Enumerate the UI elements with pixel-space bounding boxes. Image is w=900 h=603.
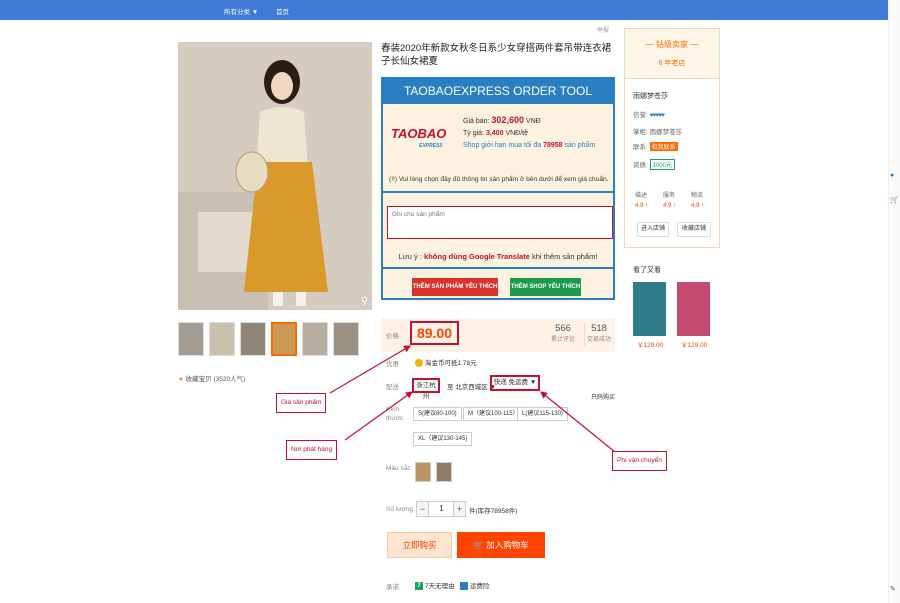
price-label: 价格 xyxy=(386,333,399,340)
home-link[interactable]: 首页 xyxy=(276,6,289,16)
annotation-origin: Nơi phát hàng xyxy=(286,440,338,460)
seller-qualification: 资质: 1000元 xyxy=(633,159,675,170)
thumbnail[interactable] xyxy=(178,322,204,356)
order-tool-header: TAOBAOEXPRESS ORDER TOOL xyxy=(383,79,613,104)
thumbnail[interactable] xyxy=(302,322,328,356)
favorite-product-link[interactable]: ★ 收藏宝贝 (3520人气) xyxy=(178,373,245,383)
size-label: Kích thước xyxy=(386,406,404,422)
color-option[interactable] xyxy=(436,462,452,482)
add-to-cart-button[interactable]: 🛒 加入购物车 xyxy=(457,532,545,558)
size-option[interactable]: XL（建议130-145) xyxy=(413,432,473,446)
report-link[interactable]: 举报 xyxy=(597,25,609,34)
size-option[interactable]: M（建议100-115） xyxy=(463,407,524,421)
right-toolbar xyxy=(888,0,900,603)
product-title: 春装2020年新款女秋冬日系少女穿搭两件套吊带连衣裙子长仙女裙夏 xyxy=(381,43,612,67)
shipping-label: 配送 xyxy=(386,384,399,391)
cart-icon: 🛒 xyxy=(473,540,484,550)
quantity-input[interactable]: 1 xyxy=(429,501,454,517)
favorite-label: 收藏宝贝 (3520人气) xyxy=(185,376,246,383)
reviews-stat[interactable]: 566 累计评论 xyxy=(551,323,575,343)
promise-label: 承诺 xyxy=(386,584,399,591)
tool-warning: Lưu ý : không dùng Google Translate khi … xyxy=(398,252,598,261)
sales-stat: 518 交易成功 xyxy=(587,323,612,343)
price-bar: 价格 89.00 566 累计评论 518 交易成功 xyxy=(381,318,615,352)
ship-origin: 浙江杭州 xyxy=(412,378,440,400)
product-notes-input[interactable] xyxy=(387,206,613,239)
star-icon: ★ xyxy=(178,376,184,383)
tool-price-info: Giá bán: 302,600 VNĐ Tỷ giá: 3,400 VNĐ/t… xyxy=(463,115,596,149)
add-favorite-product-button[interactable]: THÊM SẢN PHẨM YÊU THÍCH xyxy=(412,278,498,296)
promo-text: 淘金币可抵1.78元 xyxy=(415,357,477,368)
enter-shop-button[interactable]: 进入店铺 xyxy=(637,222,669,237)
quantity-increase-button[interactable]: + xyxy=(453,501,466,517)
categories-menu[interactable]: 所有分类 ▼ xyxy=(224,6,258,16)
watched-title: 看了又看 xyxy=(633,267,661,274)
tool-note: (!!) Vui lòng chọn đầy đủ thông tin sản … xyxy=(389,176,609,183)
taobao-express-logo: TAOBAO EXPRESS xyxy=(391,126,447,149)
rating-description: 描述 4.9 ↑ xyxy=(635,193,649,209)
color-label: Màu sắc xyxy=(386,465,411,472)
promise-items: 7 7天无理由 运费险 xyxy=(415,580,490,591)
recommended-item-price[interactable]: ￥129.00 xyxy=(637,339,663,349)
thumbnail-selected[interactable] xyxy=(271,322,297,356)
recommended-item-image[interactable] xyxy=(677,282,710,336)
promo-label: 优惠 xyxy=(386,361,399,368)
buy-now-button[interactable]: 立即购买 xyxy=(387,532,452,558)
feedback-icon[interactable]: ● xyxy=(890,172,894,179)
only-label: 只码购买 xyxy=(591,395,616,401)
seller-credit: 信誉: ♥♥♥♥♥ xyxy=(633,112,665,119)
annotation-price: Giá sản phẩm xyxy=(276,393,327,413)
svg-text:⚲: ⚲ xyxy=(361,296,368,307)
shipping-fee-select[interactable]: 快递 免运费 ▼ xyxy=(490,375,540,391)
rating-logistics: 物流 4.9 ↑ xyxy=(691,193,705,209)
size-option[interactable]: L(建议115-130) xyxy=(517,407,568,421)
add-favorite-shop-button[interactable]: THÊM SHOP YÊU THÍCH xyxy=(510,278,581,296)
quantity-decrease-button[interactable]: − xyxy=(416,501,429,517)
recommended-item-image[interactable] xyxy=(633,282,666,336)
thumbnail[interactable] xyxy=(333,322,359,356)
coin-icon xyxy=(415,359,423,368)
thumbnail[interactable] xyxy=(209,322,235,356)
cart-icon[interactable]: 🛒 xyxy=(890,196,899,204)
recommended-item-price[interactable]: ￥129.00 xyxy=(681,339,707,349)
color-option[interactable] xyxy=(415,462,431,482)
stock-text: 件(库存78958件) xyxy=(469,508,518,515)
shield-icon xyxy=(460,582,469,591)
favorite-shop-button[interactable]: 收藏店铺 xyxy=(677,222,711,237)
seller-keeper[interactable]: 掌柜: 雨娜梦苍莎 xyxy=(633,126,682,136)
tool-price-value: 302,600 xyxy=(491,115,524,125)
product-main-image[interactable]: ⚲ xyxy=(178,42,372,310)
annotation-shipping: Phí vận chuyển xyxy=(612,451,667,471)
edit-icon[interactable]: ✎ xyxy=(890,585,896,593)
exchange-rate-value: 3,400 xyxy=(485,130,504,137)
price-value: 89.00 xyxy=(410,321,459,345)
seller-contact[interactable]: 联系: 和我联系 xyxy=(633,141,678,151)
shop-age-badge: 6 年老店 xyxy=(658,60,686,67)
rating-service: 服务 4.9 ↑ xyxy=(663,193,677,209)
top-navigation-bar: 所有分类 ▼ 首页 xyxy=(0,0,888,20)
seller-level: — 钻级卖家 — xyxy=(645,40,699,49)
thumbnail[interactable] xyxy=(240,322,266,356)
ship-destination-select[interactable]: 至 北京西城区 ▼ xyxy=(447,381,496,391)
size-option[interactable]: S(建议80-100) xyxy=(413,407,462,421)
order-tool-panel: TAOBAOEXPRESS ORDER TOOL TAOBAO EXPRESS G… xyxy=(381,77,615,300)
thumbnail-strip xyxy=(178,322,359,356)
quantity-label: Số lượng xyxy=(386,506,414,513)
seller-card: — 钻级卖家 — 6 年老店 雨娜梦苍莎 信誉: ♥♥♥♥♥ 掌柜: 雨娜梦苍莎… xyxy=(624,28,720,248)
seven-day-icon: 7 xyxy=(415,582,423,591)
seller-name[interactable]: 雨娜梦苍莎 xyxy=(633,91,668,101)
